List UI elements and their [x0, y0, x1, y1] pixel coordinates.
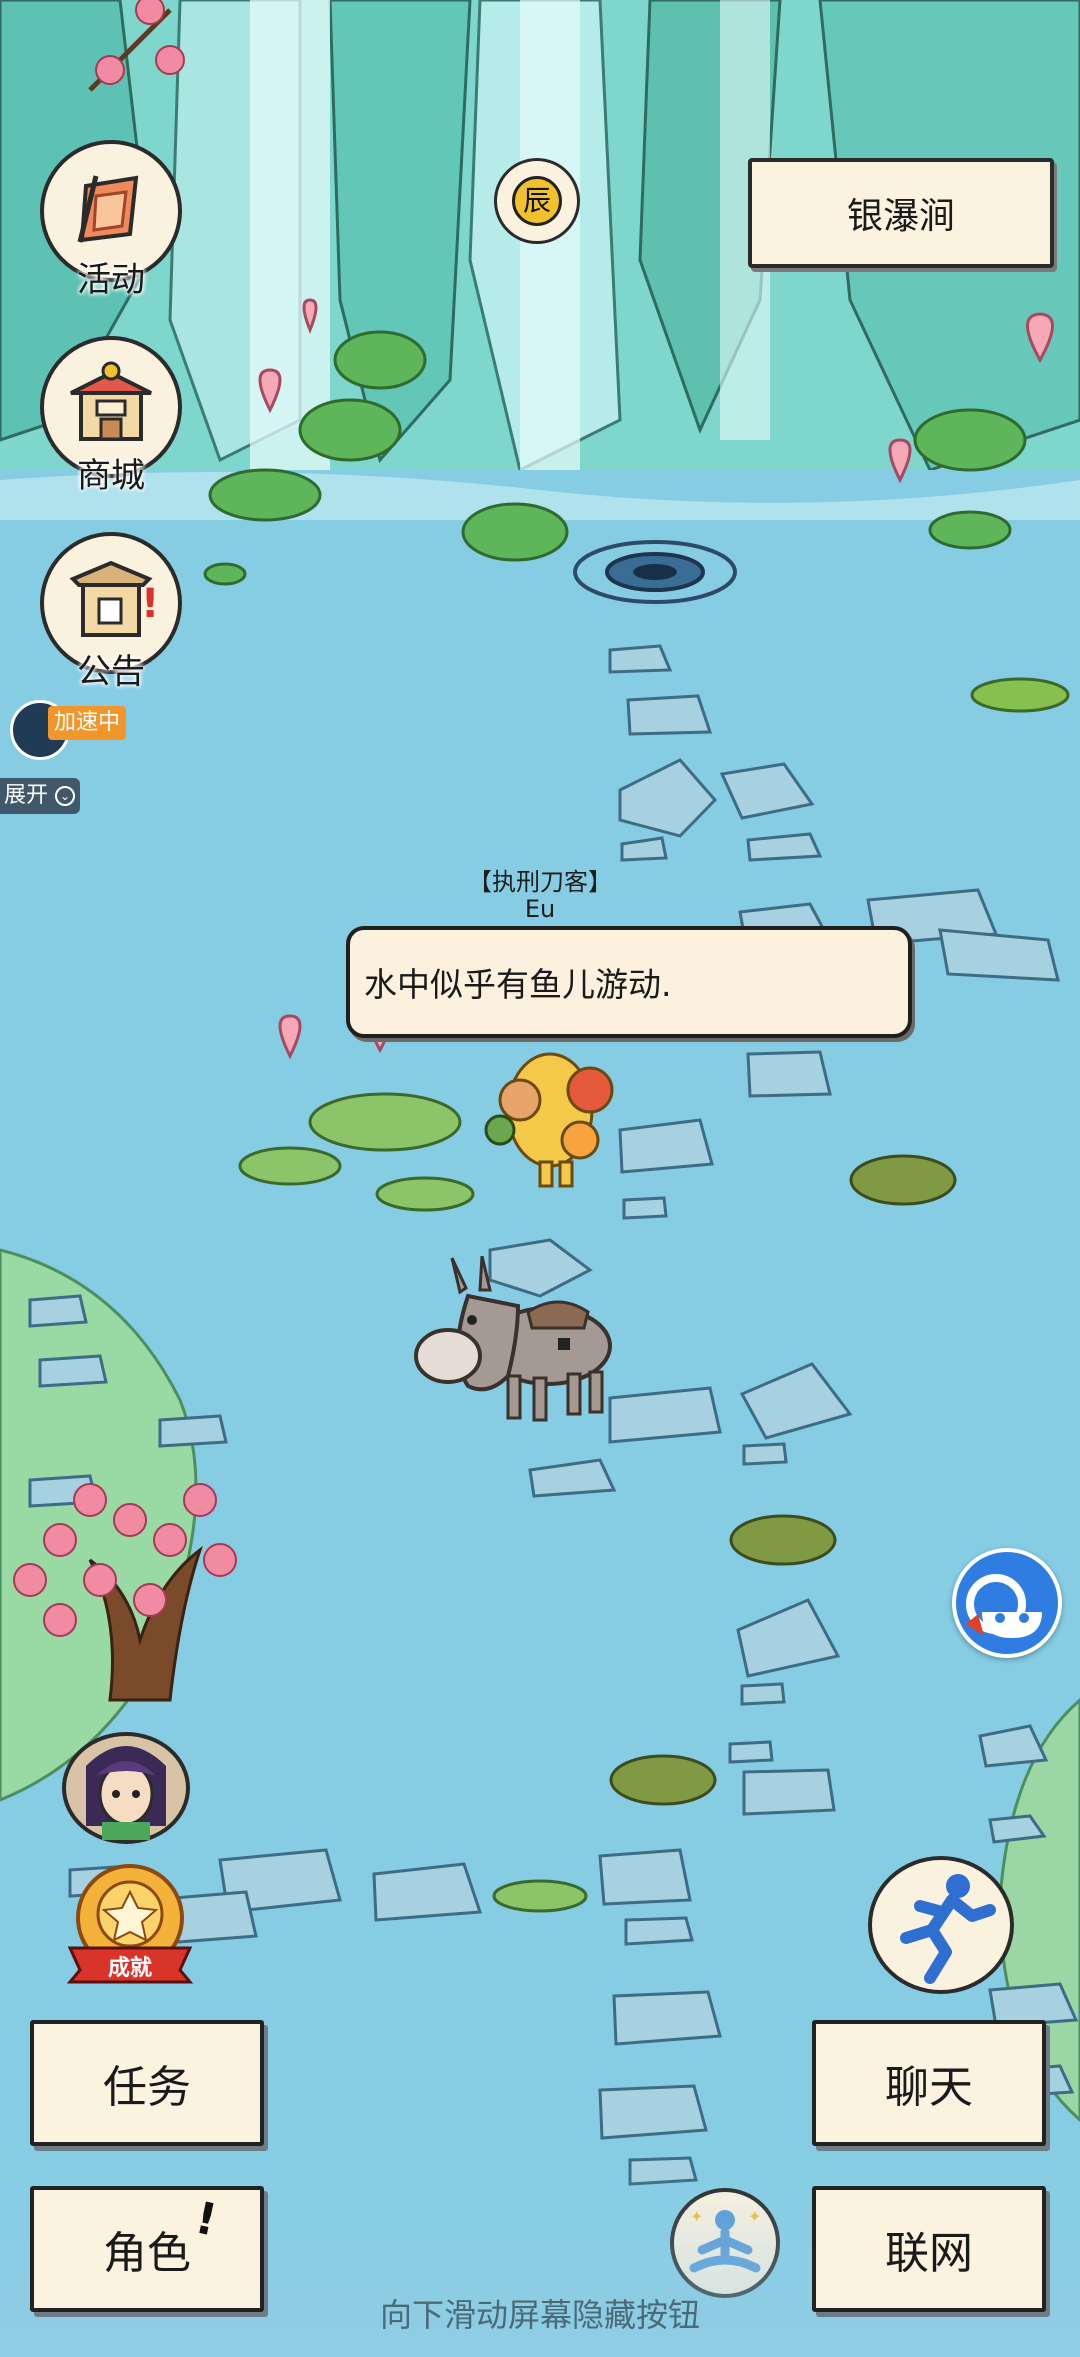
location-name: 银瀑涧	[846, 196, 955, 237]
donkey-sprite[interactable]	[408, 1256, 622, 1434]
notice-button[interactable]: ! 公告	[36, 532, 186, 692]
gamepad-icon	[966, 1574, 1042, 1638]
time-of-day-sun-icon: 辰	[494, 158, 580, 244]
role-label: 角色	[103, 2228, 191, 2279]
notice-label: 公告	[77, 652, 145, 692]
player-name: Eu	[524, 895, 556, 923]
task-button[interactable]: 任务	[30, 2020, 264, 2146]
running-figure-icon	[900, 1874, 996, 1984]
achievement-label: 成就	[107, 1956, 152, 1981]
role-alert-icon: !	[190, 2192, 222, 2247]
dialog-bubble: 水中似乎有鱼儿游动.	[346, 926, 912, 1038]
hide-buttons-hint: 向下滑动屏幕隐藏按钮	[379, 2296, 700, 2334]
player-title: 【执刑刀客】	[468, 868, 612, 896]
expand-button[interactable]: 展开 ⌄	[0, 778, 80, 814]
expand-label: 展开	[4, 783, 49, 808]
dialog-text: 水中似乎有鱼儿游动.	[364, 965, 672, 1004]
shop-button[interactable]: 商城	[36, 336, 186, 496]
character-avatar-button[interactable]	[62, 1732, 190, 1844]
sprint-button[interactable]	[868, 1856, 1014, 1994]
network-label: 联网	[885, 2228, 973, 2279]
chat-button[interactable]: 聊天	[812, 2020, 1046, 2146]
shop-label: 商城	[77, 456, 145, 496]
chevron-down-icon: ⌄	[55, 786, 76, 806]
avatar-portrait-icon	[86, 1746, 166, 1840]
chat-label: 聊天	[885, 2062, 973, 2113]
activity-label: 活动	[77, 260, 145, 300]
speed-up-badge: 加速中	[48, 706, 127, 740]
svg-text:!: !	[141, 581, 159, 627]
location-name-panel: 银瀑涧	[748, 158, 1054, 268]
game-center-float-button[interactable]	[952, 1548, 1062, 1658]
time-of-day-label: 辰	[512, 176, 562, 226]
task-label: 任务	[103, 2062, 191, 2113]
achievement-button[interactable]: 成就	[62, 1862, 198, 1986]
player-character-sprite[interactable]	[460, 1030, 640, 1190]
activity-button[interactable]: 活动	[36, 140, 186, 300]
